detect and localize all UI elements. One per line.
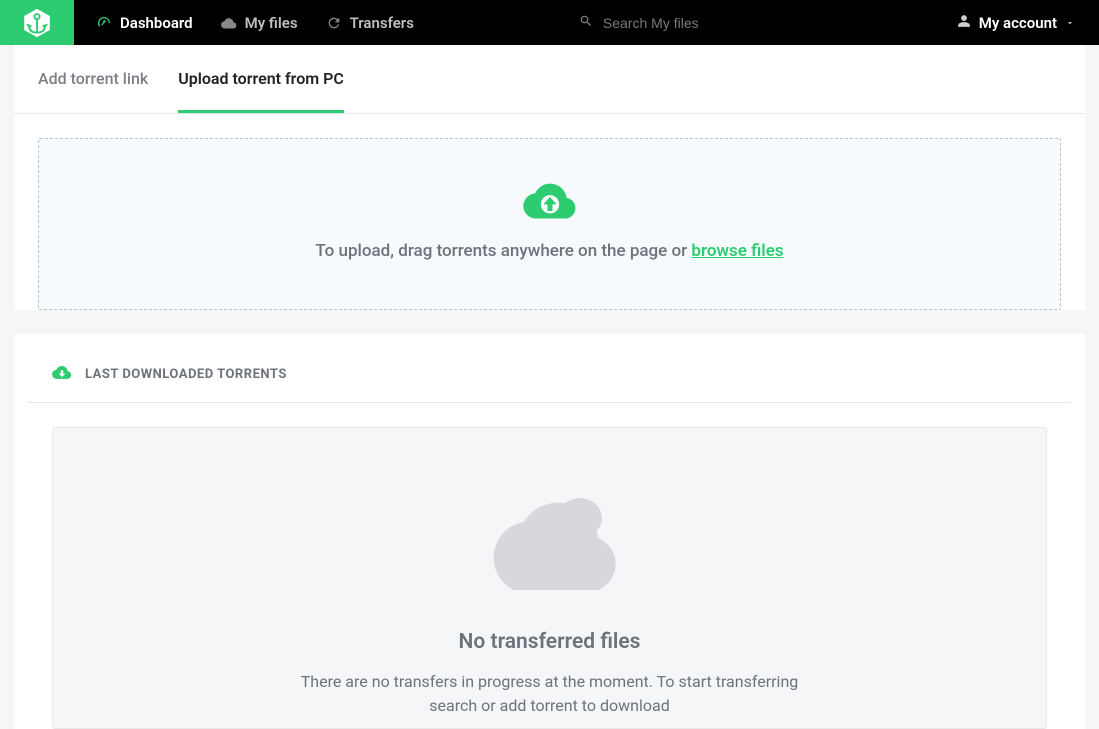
app-logo[interactable] bbox=[0, 0, 74, 45]
nav-dashboard-label: Dashboard bbox=[120, 14, 193, 32]
user-icon bbox=[957, 14, 971, 32]
account-menu[interactable]: My account bbox=[957, 14, 1075, 32]
main-panel: Add torrent link Upload torrent from PC … bbox=[14, 45, 1085, 310]
nav-transfers-label: Transfers bbox=[350, 14, 414, 32]
section-title: LAST DOWNLOADED TORRENTS bbox=[85, 367, 287, 382]
search-input[interactable] bbox=[603, 15, 803, 31]
cloud-icon bbox=[221, 15, 237, 31]
account-label: My account bbox=[979, 14, 1057, 32]
tab-add-torrent-link[interactable]: Add torrent link bbox=[38, 45, 148, 113]
upload-instruction: To upload, drag torrents anywhere on the… bbox=[59, 241, 1040, 261]
nav-myfiles[interactable]: My files bbox=[221, 14, 298, 32]
anchor-logo-icon bbox=[21, 7, 53, 39]
tab-upload-from-pc[interactable]: Upload torrent from PC bbox=[178, 45, 344, 113]
search-icon bbox=[579, 13, 593, 32]
empty-title: No transferred files bbox=[73, 630, 1026, 654]
nav-myfiles-label: My files bbox=[245, 14, 298, 32]
search-container bbox=[579, 13, 803, 32]
cloud-upload-icon bbox=[523, 181, 577, 221]
empty-subtitle: There are no transfers in progress at th… bbox=[300, 670, 800, 718]
upload-text-prefix: To upload, drag torrents anywhere on the… bbox=[315, 241, 691, 261]
nav-dashboard[interactable]: Dashboard bbox=[96, 14, 193, 32]
nav-transfers[interactable]: Transfers bbox=[326, 14, 414, 32]
refresh-icon bbox=[326, 15, 342, 31]
cloud-down-icon bbox=[52, 364, 72, 384]
section-header: LAST DOWNLOADED TORRENTS bbox=[28, 346, 1071, 403]
empty-cloud-icon bbox=[470, 470, 630, 594]
chevron-down-icon bbox=[1065, 14, 1075, 32]
main-nav: Dashboard My files Transfers bbox=[74, 14, 414, 32]
tab-bar: Add torrent link Upload torrent from PC bbox=[14, 45, 1085, 114]
top-header: Dashboard My files Transfers My account bbox=[0, 0, 1099, 45]
dashboard-icon bbox=[96, 15, 112, 31]
upload-dropzone[interactable]: To upload, drag torrents anywhere on the… bbox=[38, 138, 1061, 310]
last-downloaded-section: LAST DOWNLOADED TORRENTS No transferred … bbox=[14, 334, 1085, 729]
browse-files-link[interactable]: browse files bbox=[691, 241, 783, 261]
